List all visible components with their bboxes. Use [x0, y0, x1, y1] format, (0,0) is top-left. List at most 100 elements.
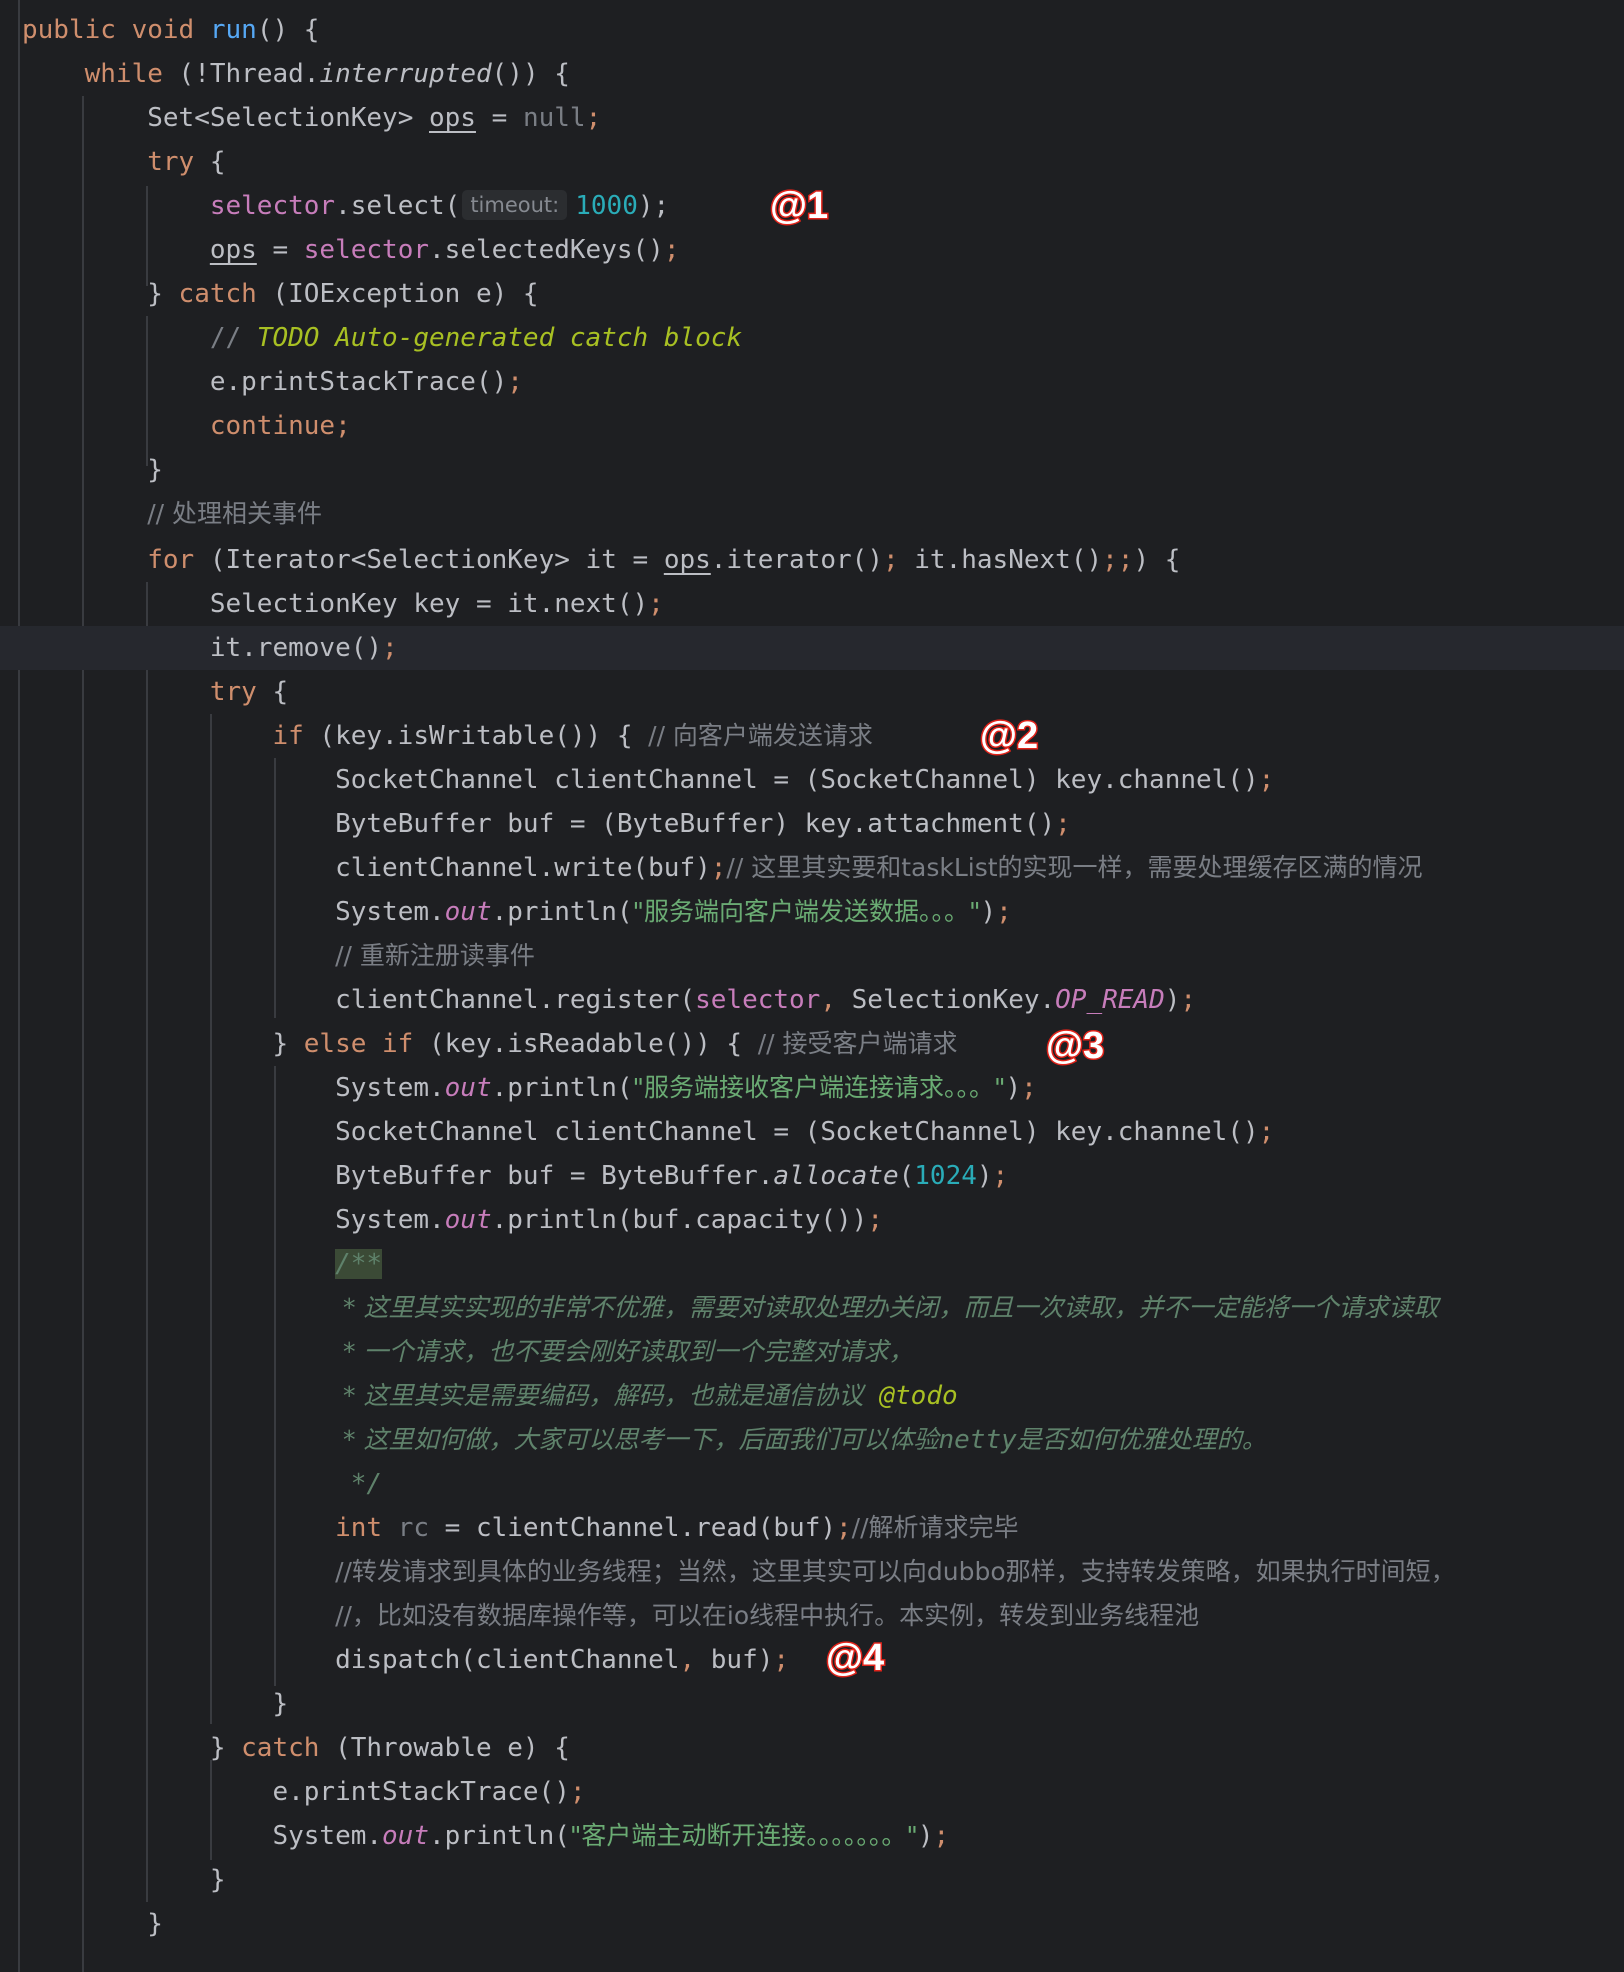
code-line-7[interactable]: } catch (IOException e) { [22, 272, 538, 316]
code-line-11[interactable]: } [22, 448, 163, 492]
static-field: out [444, 1205, 492, 1235]
parameter-hint: timeout: [462, 190, 568, 220]
code-line-15[interactable]: it.remove(); [22, 626, 398, 670]
code-line-3[interactable]: Set<SelectionKey> ops = null; [22, 96, 601, 140]
todo-tag: @todo [879, 1381, 958, 1411]
code-line-42[interactable]: System.out.println("客户端主动断开连接。。。。。。。"); [22, 1814, 949, 1858]
keyword: for [147, 545, 195, 575]
code-line-6[interactable]: ops = selector.selectedKeys(); [22, 228, 680, 272]
static-method: allocate [773, 1161, 899, 1191]
code-line-32[interactable]: * 这里其实是需要编码，解码，也就是通信协议 @todo [22, 1374, 958, 1418]
code-line-43[interactable]: } [22, 1858, 226, 1902]
doc-comment: * 这里其实实现的非常不优雅，需要对读取处理办关闭，而且一次读取，并不一定能将一… [335, 1293, 1439, 1322]
code-line-18[interactable]: SocketChannel clientChannel = (SocketCha… [22, 758, 1274, 802]
code-line-27[interactable]: ByteBuffer buf = ByteBuffer.allocate(102… [22, 1154, 1008, 1198]
code-line-31[interactable]: * 一个请求，也不要会刚好读取到一个完整对请求， [22, 1330, 913, 1374]
comment: //转发请求到具体的业务线程；当然，这里其实可以向dubbo那样，支持转发策略，… [335, 1557, 1456, 1586]
field: selector [695, 985, 821, 1015]
code-line-21[interactable]: System.out.println("服务端向客户端发送数据。。。"); [22, 890, 1012, 934]
keyword: while [84, 59, 163, 89]
comment: //解析请求完毕 [851, 1513, 1019, 1542]
keyword: void [131, 15, 195, 45]
code-line-44[interactable]: } [22, 1902, 163, 1946]
keyword: continue [209, 411, 336, 441]
field: selector [209, 191, 336, 221]
field: selector [303, 235, 430, 265]
code-line-24[interactable]: } else if (key.isReadable()) { // 接受客户端请… [22, 1022, 958, 1066]
doc-comment: * 一个请求，也不要会刚好读取到一个完整对请求， [335, 1337, 914, 1366]
static-field: out [444, 1073, 492, 1103]
code-line-16[interactable]: try { [22, 670, 288, 714]
comment: // 处理相关事件 [147, 499, 323, 528]
code-line-8[interactable]: // TODO Auto-generated catch block [22, 316, 742, 360]
string-literal: "服务端接收客户端连接请求。。。" [632, 1073, 1006, 1102]
number: 1024 [914, 1161, 977, 1191]
keyword: if [272, 721, 304, 751]
code-line-35[interactable]: int rc = clientChannel.read(buf);//解析请求完… [22, 1506, 1019, 1550]
code-line-25[interactable]: System.out.println("服务端接收客户端连接请求。。。"); [22, 1066, 1037, 1110]
code-line-10[interactable]: continue; [22, 404, 351, 448]
code-editor[interactable]: public void run() { while (!Thread.inter… [0, 0, 1624, 1972]
variable: ops [209, 235, 257, 265]
code-line-19[interactable]: ByteBuffer buf = (ByteBuffer) key.attach… [22, 802, 1071, 846]
code-line-37[interactable]: //，比如没有数据库操作等，可以在io线程中执行。本实例，转发到业务线程池 [22, 1594, 1199, 1638]
code-line-36[interactable]: //转发请求到具体的业务线程；当然，这里其实可以向dubbo那样，支持转发策略，… [22, 1550, 1456, 1594]
number: 1000 [575, 191, 638, 221]
doc-comment: 是否如何优雅处理的。 [1016, 1425, 1267, 1454]
code-line-20[interactable]: clientChannel.write(buf);// 这里其实要和taskLi… [22, 846, 1423, 890]
method-name: run [209, 15, 257, 45]
comment: // 接受客户端请求 [757, 1029, 958, 1058]
doc-comment: */ [335, 1469, 383, 1499]
code-line-41[interactable]: e.printStackTrace(); [22, 1770, 585, 1814]
code-line-23[interactable]: clientChannel.register(selector, Selecti… [22, 978, 1196, 1022]
keyword: try [147, 147, 195, 177]
code-line-34[interactable]: */ [22, 1462, 382, 1506]
comment: // 向客户端发送请求 [648, 721, 873, 750]
code-line-5[interactable]: selector.select(timeout: 1000); [22, 184, 669, 228]
comment: // 重新注册读事件 [335, 941, 535, 970]
doc-comment: /** [335, 1249, 383, 1279]
code-line-40[interactable]: } catch (Throwable e) { [22, 1726, 570, 1770]
annotation-marker-3: @3 [1044, 1024, 1105, 1069]
string-literal: "客户端主动断开连接。。。。。。。" [569, 1821, 918, 1850]
variable: ops [429, 103, 476, 133]
code-line-1[interactable]: public void run() { [22, 8, 319, 52]
code-line-26[interactable]: SocketChannel clientChannel = (SocketCha… [22, 1110, 1274, 1154]
comment: //，比如没有数据库操作等，可以在io线程中执行。本实例，转发到业务线程池 [335, 1601, 1200, 1630]
code-line-33[interactable]: * 这里如何做，大家可以思考一下，后面我们可以体验netty是否如何优雅处理的。 [22, 1418, 1267, 1462]
keyword: int [335, 1513, 383, 1543]
code-line-28[interactable]: System.out.println(buf.capacity()); [22, 1198, 883, 1242]
variable: ops [663, 545, 711, 575]
annotation-marker-1: @1 [768, 184, 829, 229]
comment: // [209, 323, 257, 353]
doc-comment: netty [938, 1425, 1017, 1455]
keyword: try [209, 677, 257, 707]
code-line-2[interactable]: while (!Thread.interrupted()) { [22, 52, 570, 96]
keyword: public [22, 15, 116, 45]
code-line-14[interactable]: SelectionKey key = it.next(); [22, 582, 664, 626]
code-line-30[interactable]: * 这里其实实现的非常不优雅，需要对读取处理办关闭，而且一次读取，并不一定能将一… [22, 1286, 1438, 1330]
code-line-29[interactable]: /** [22, 1242, 383, 1286]
comment: // 这里其实要和taskList的实现一样，需要处理缓存区满的情况 [726, 853, 1423, 882]
doc-comment: * 这里如何做，大家可以思考一下，后面我们可以体验 [335, 1425, 939, 1454]
keyword: catch [241, 1733, 320, 1763]
code-line-12[interactable]: // 处理相关事件 [22, 492, 322, 536]
doc-comment: * 这里其实是需要编码，解码，也就是通信协议 [335, 1381, 880, 1410]
keyword: null [522, 103, 586, 133]
annotation-marker-4: @4 [824, 1636, 885, 1681]
todo-comment: TODO Auto-generated catch block [256, 323, 743, 353]
static-method: interrupted [319, 59, 492, 89]
static-field: out [444, 897, 492, 927]
code-line-4[interactable]: try { [22, 140, 225, 184]
code-line-22[interactable]: // 重新注册读事件 [22, 934, 535, 978]
code-line-38[interactable]: dispatch(clientChannel, buf); [22, 1638, 789, 1682]
code-line-17[interactable]: if (key.isWritable()) { // 向客户端发送请求 [22, 714, 873, 758]
code-line-39[interactable]: } [22, 1682, 288, 1726]
static-field: OP_READ [1055, 985, 1165, 1015]
code-line-13[interactable]: for (Iterator<SelectionKey> it = ops.ite… [22, 538, 1180, 582]
keyword: catch [178, 279, 257, 309]
code-line-9[interactable]: e.printStackTrace(); [22, 360, 523, 404]
indent-guide [18, 0, 20, 1972]
static-field: out [382, 1821, 429, 1851]
string-literal: "服务端向客户端发送数据。。。" [632, 897, 981, 926]
